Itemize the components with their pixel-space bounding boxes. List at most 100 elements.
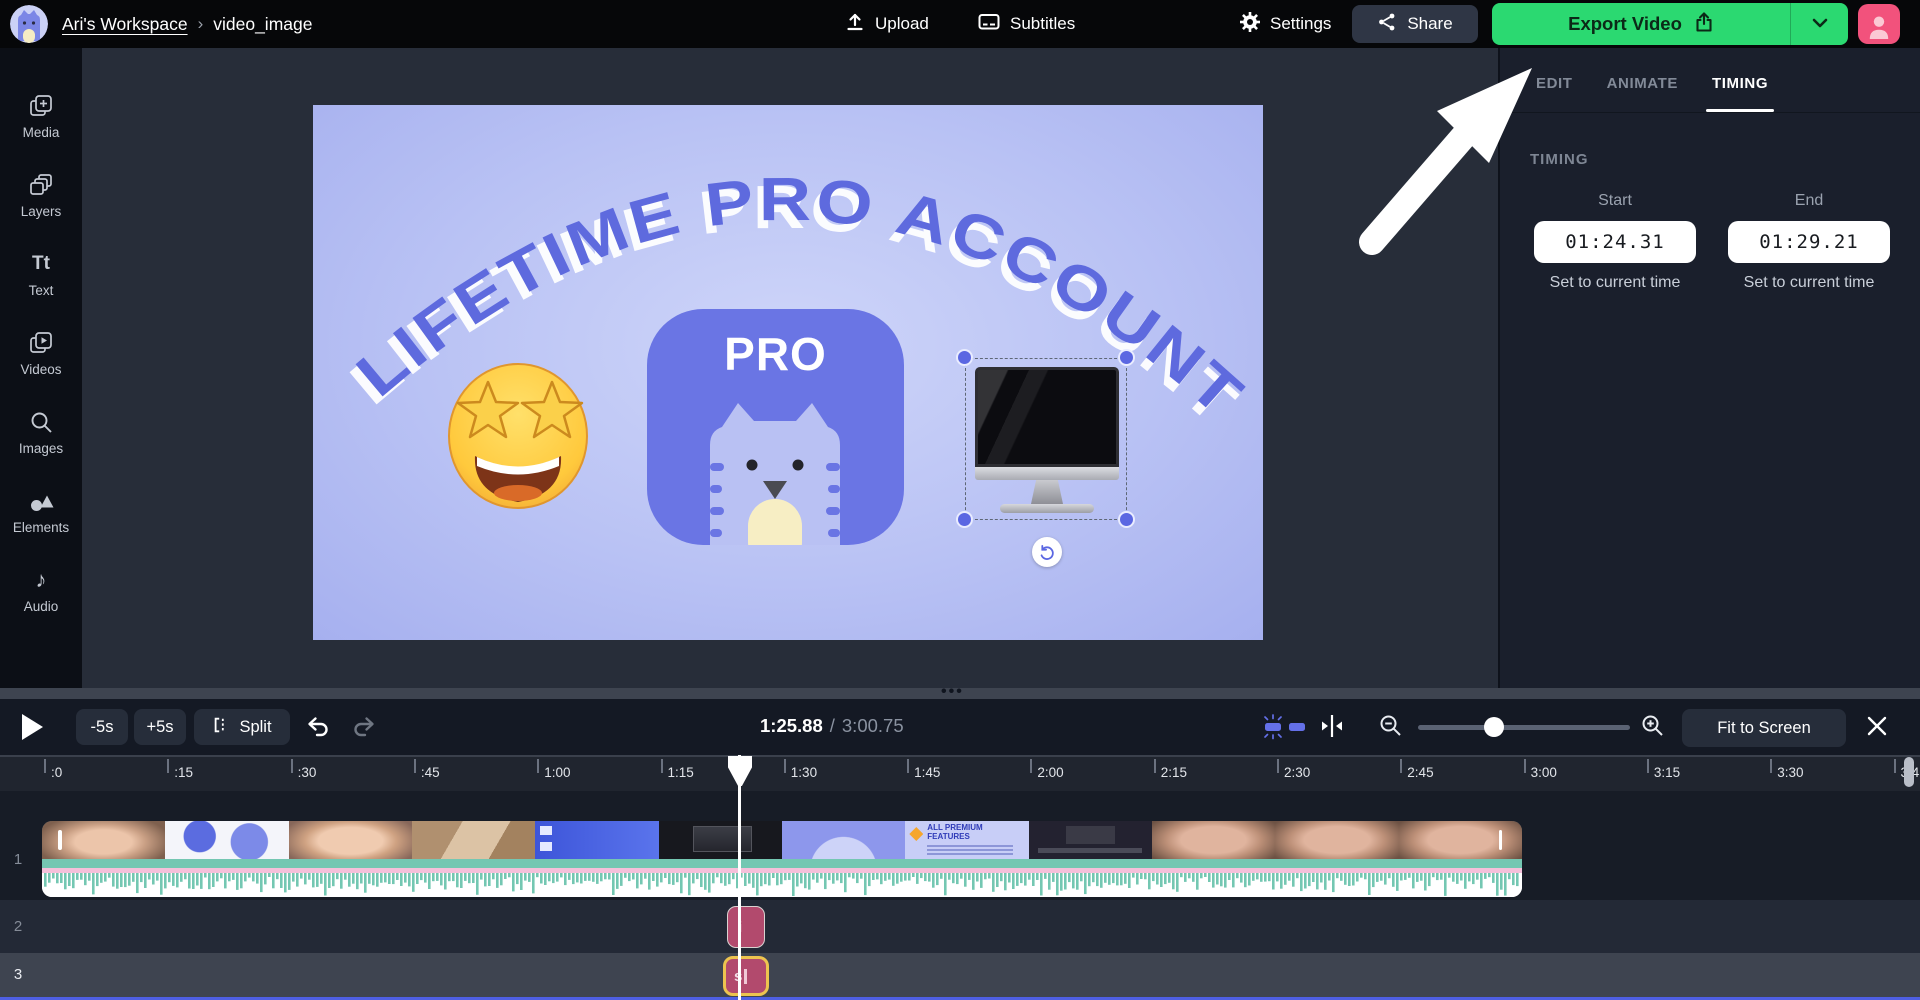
current-time: 1:25.88 bbox=[760, 715, 823, 736]
ruler-tick bbox=[907, 759, 910, 773]
drag-handle-dots[interactable]: ••• bbox=[941, 683, 964, 701]
ruler-tick bbox=[783, 759, 786, 773]
video-clip-track-1[interactable]: ALL PREMIUM FEATURES bbox=[42, 821, 1522, 897]
resize-handle-bottom-left[interactable] bbox=[956, 511, 973, 528]
ruler-tick bbox=[290, 759, 293, 773]
fit-to-screen-button[interactable]: Fit to Screen bbox=[1682, 709, 1846, 747]
track-label-3: 3 bbox=[13, 966, 23, 983]
timeline-zoom-slider[interactable] bbox=[1418, 725, 1630, 730]
sidebar-item-elements[interactable]: Elements bbox=[13, 487, 69, 535]
share-button[interactable]: Share bbox=[1352, 5, 1478, 43]
ruler-tick-label: :30 bbox=[297, 765, 317, 780]
close-timeline-button[interactable] bbox=[1866, 715, 1888, 737]
redo-button[interactable] bbox=[352, 716, 376, 737]
ruler-tick-label: 2:45 bbox=[1407, 765, 1434, 780]
ruler-tick bbox=[1153, 759, 1156, 773]
rewind-5s-button[interactable]: -5s bbox=[76, 709, 128, 745]
clip-trim-handle-right[interactable] bbox=[1498, 830, 1502, 850]
timeline-scrollbar[interactable] bbox=[1904, 757, 1914, 787]
tab-edit[interactable]: EDIT bbox=[1536, 75, 1573, 112]
video-canvas[interactable]: LIFETIME PRO ACCOUNT LIFETIME PRO ACCOUN… bbox=[313, 105, 1263, 640]
breadcrumb-separator: › bbox=[197, 14, 204, 33]
end-time-input[interactable] bbox=[1728, 221, 1890, 263]
zoom-out-button[interactable] bbox=[1378, 713, 1404, 739]
videos-icon bbox=[28, 329, 54, 356]
set-end-to-current-time[interactable]: Set to current time bbox=[1744, 274, 1875, 292]
timeline-ruler[interactable]: :0:15:30:45 1:00 1:15 1:30 1:45 2:00 2:15 2:30 2… bbox=[0, 755, 1920, 791]
person-icon bbox=[1867, 13, 1891, 44]
pro-badge-text: PRO bbox=[724, 328, 827, 380]
subtitles-button[interactable]: Subtitles bbox=[978, 0, 1075, 48]
export-video-group: Export Video bbox=[1492, 3, 1848, 45]
export-video-button[interactable]: Export Video bbox=[1492, 3, 1790, 45]
upload-label: Upload bbox=[875, 14, 929, 33]
clip-thumbnail-promo bbox=[781, 821, 906, 859]
set-start-to-current-time[interactable]: Set to current time bbox=[1550, 274, 1681, 292]
tab-timing[interactable]: TIMING bbox=[1705, 75, 1775, 112]
resize-handle-top-right[interactable] bbox=[1118, 349, 1135, 366]
undo-button[interactable] bbox=[306, 716, 330, 737]
ruler-tick-label: 1:00 bbox=[544, 765, 571, 780]
clip-waveform bbox=[42, 859, 1522, 897]
ruler-tick bbox=[1030, 759, 1033, 773]
user-avatar[interactable] bbox=[1858, 4, 1900, 44]
sidebar-item-images[interactable]: Images bbox=[19, 408, 63, 456]
timeline-zoom-slider-thumb[interactable] bbox=[1484, 717, 1504, 737]
tools-sidebar: Media Layers Tt Text Videos Images Elements ♪ Au… bbox=[0, 48, 82, 688]
rotate-handle[interactable] bbox=[1032, 537, 1062, 567]
timing-section-title: TIMING bbox=[1530, 151, 1589, 168]
clip-thumbnail-cartoon bbox=[165, 821, 289, 859]
split-button[interactable]: Split bbox=[194, 709, 290, 745]
snapping-toggle[interactable] bbox=[1262, 713, 1308, 740]
kapwing-logo[interactable] bbox=[10, 5, 48, 43]
ruler-tick bbox=[537, 759, 540, 773]
breadcrumb-workspace[interactable]: Ari's Workspace bbox=[62, 14, 188, 35]
resize-handle-bottom-right[interactable] bbox=[1118, 511, 1135, 528]
start-time-input[interactable] bbox=[1534, 221, 1696, 263]
export-options-dropdown[interactable] bbox=[1790, 3, 1848, 45]
ruler-tick-label: :0 bbox=[51, 765, 63, 780]
clip-thumbnail-desk bbox=[411, 821, 536, 859]
subtitles-label: Subtitles bbox=[1010, 14, 1076, 33]
zoom-in-button[interactable] bbox=[1640, 713, 1666, 739]
star-struck-emoji[interactable] bbox=[445, 360, 595, 510]
share-icon bbox=[1377, 12, 1397, 37]
clip-trim-handle-left[interactable] bbox=[58, 830, 62, 850]
sidebar-item-label: Layers bbox=[20, 204, 62, 219]
track-label-1: 1 bbox=[13, 851, 23, 868]
sidebar-item-media[interactable]: Media bbox=[23, 92, 59, 140]
play-button[interactable] bbox=[22, 714, 43, 740]
time-display: 1:25.88 / 3:00.75 bbox=[760, 715, 904, 737]
breadcrumb-project-name[interactable]: video_image bbox=[213, 14, 312, 35]
tab-animate[interactable]: ANIMATE bbox=[1607, 75, 1678, 112]
sidebar-item-text[interactable]: Tt Text bbox=[29, 250, 54, 299]
selection-bounding-box bbox=[965, 358, 1127, 520]
split-label: Split bbox=[239, 717, 272, 736]
trim-mode-toggle[interactable] bbox=[1318, 714, 1346, 738]
sidebar-item-audio[interactable]: ♪ Audio bbox=[24, 566, 59, 615]
clip-thumbnail-dark-editor bbox=[1028, 821, 1152, 859]
ruler-tick bbox=[413, 759, 416, 773]
start-label: Start bbox=[1598, 192, 1632, 209]
preview-area: LIFETIME PRO ACCOUNT LIFETIME PRO ACCOUN… bbox=[82, 48, 1498, 688]
gear-icon bbox=[1240, 11, 1260, 37]
selected-text-clip-track-3[interactable]: s bbox=[723, 956, 769, 996]
clip-thumbnail-face-d bbox=[1275, 821, 1399, 859]
panel-tabs: EDIT ANIMATE TIMING bbox=[1500, 48, 1920, 113]
sidebar-item-label: Images bbox=[18, 441, 64, 456]
panel-resize-divider[interactable]: ••• bbox=[0, 683, 1920, 700]
text-cursor bbox=[744, 968, 747, 984]
share-label: Share bbox=[1407, 14, 1453, 33]
ruler-tick-label: 3:00 bbox=[1530, 765, 1557, 780]
upload-button[interactable]: Upload bbox=[845, 0, 929, 48]
upload-icon bbox=[845, 12, 865, 37]
forward-5s-button[interactable]: +5s bbox=[134, 709, 186, 745]
sidebar-item-layers[interactable]: Layers bbox=[20, 171, 62, 219]
text-clip-track-2[interactable]: i bbox=[727, 906, 765, 948]
kapwing-pro-icon[interactable]: PRO bbox=[647, 309, 904, 545]
sidebar-item-videos[interactable]: Videos bbox=[20, 329, 62, 377]
undo-icon bbox=[308, 717, 328, 737]
settings-button[interactable]: Settings bbox=[1240, 0, 1331, 48]
breadcrumb: Ari's Workspace › video_image bbox=[62, 0, 312, 48]
resize-handle-top-left[interactable] bbox=[956, 349, 973, 366]
